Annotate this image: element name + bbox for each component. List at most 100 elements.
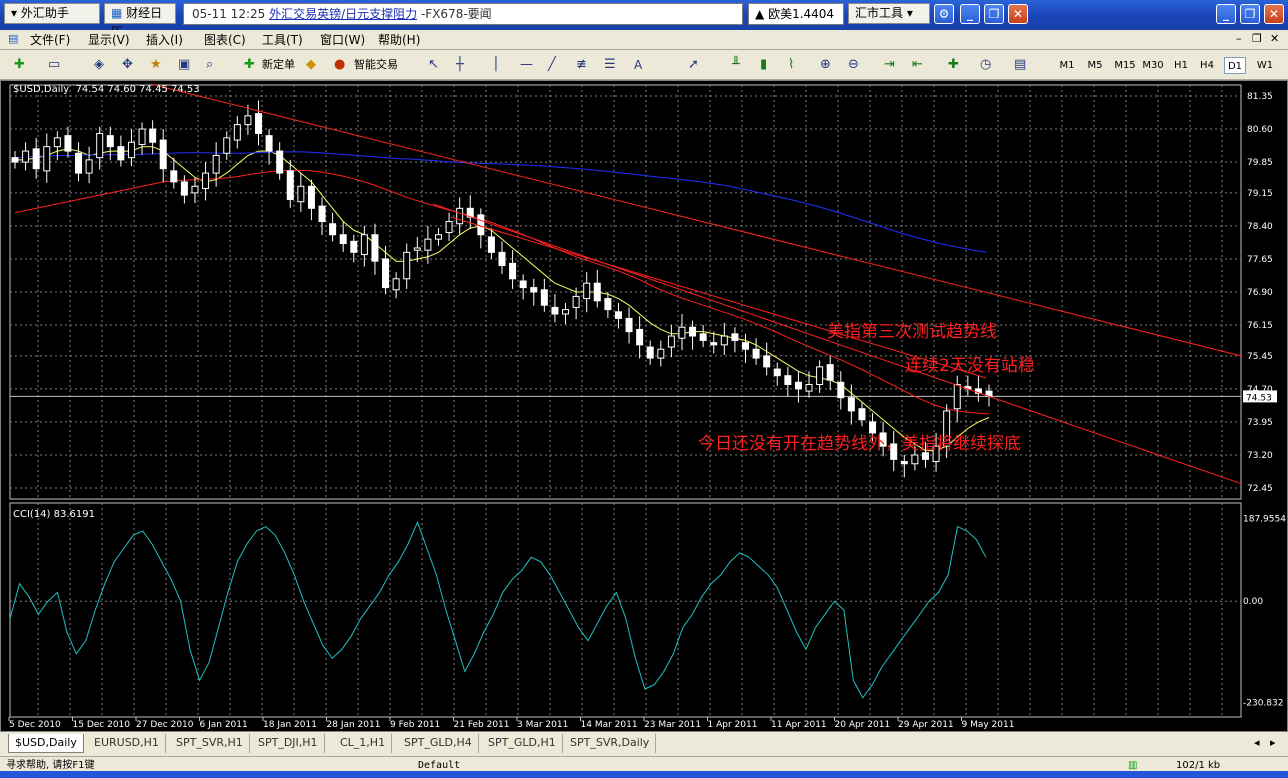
timeframe-m5[interactable]: M5: [1084, 57, 1106, 74]
market-watch-icon[interactable]: ◈: [94, 55, 104, 75]
expert-trading-button[interactable]: 智能交易: [354, 55, 398, 75]
tab-spt-dji-h1[interactable]: SPT_DJI,H1: [252, 734, 325, 753]
bear-candle: [699, 333, 707, 341]
text-tool[interactable]: A: [634, 55, 642, 75]
finance-calendar-button[interactable]: ▦ 财经日历: [104, 3, 176, 39]
date-tick-label: 9 Feb 2011: [390, 720, 440, 730]
chart-svg[interactable]: 81.35 80.60 79.85 79.15 78.40 77.65 76.90 76.15…: [1, 81, 1287, 731]
minimize-icon[interactable]: _: [960, 4, 980, 24]
app-icon[interactable]: ▤: [8, 32, 18, 45]
menu-view[interactable]: 显示(V): [88, 32, 130, 48]
news-ticker[interactable]: 05-11 12:25 外汇交易英镑/日元支撑阻力 -FX678-要闻: [183, 3, 743, 25]
quote-box[interactable]: ▲ 欧美1.4404: [748, 3, 844, 25]
timeframe-h1[interactable]: H1: [1170, 57, 1192, 74]
restore-icon[interactable]: ❐: [984, 4, 1004, 24]
tab-usd-daily[interactable]: $USD,Daily: [8, 734, 84, 753]
news-headline-link[interactable]: 外汇交易英镑/日元支撑阻力: [269, 7, 417, 21]
app-close-icon[interactable]: ✕: [1264, 4, 1284, 24]
tab-spt-svr-h1[interactable]: SPT_SVR,H1: [170, 734, 250, 753]
chart-restore-icon[interactable]: ❐: [1252, 32, 1262, 45]
chart-minimize-icon[interactable]: –: [1236, 32, 1242, 45]
menu-insert[interactable]: 插入(I): [146, 32, 183, 48]
expert-icon[interactable]: ●: [334, 55, 345, 75]
price-tick-label: 78.40: [1247, 222, 1273, 232]
new-order-button[interactable]: 新定单: [262, 55, 295, 75]
tab-spt-gld-h4[interactable]: SPT_GLD,H4: [398, 734, 479, 753]
menu-tools[interactable]: 工具(T): [262, 32, 303, 48]
bear-candle: [159, 139, 167, 170]
app-minimize-icon[interactable]: _: [1216, 4, 1236, 24]
bear-candle: [307, 185, 315, 209]
settings-icon[interactable]: ⚙: [934, 4, 954, 24]
close-icon[interactable]: ✕: [1008, 4, 1028, 24]
timeframe-m30[interactable]: M30: [1140, 57, 1166, 74]
zoom-out-icon[interactable]: ⊖: [848, 55, 859, 75]
fibonacci-icon[interactable]: ☰: [604, 55, 616, 75]
date-tick-label: 27 Dec 2010: [136, 720, 194, 730]
zoom-in-icon[interactable]: ⊕: [820, 55, 831, 75]
market-tools-button[interactable]: 汇市工具 ▾: [848, 3, 930, 24]
chart-shift-icon[interactable]: ⇤: [912, 55, 923, 75]
horizontal-line-icon[interactable]: —: [520, 55, 533, 75]
bear-candle: [837, 381, 845, 399]
date-tick-label: 6 Jan 2011: [200, 720, 248, 730]
trendline-icon[interactable]: ╱: [548, 55, 556, 75]
chart-annotation: 连续2天没有站稳: [905, 356, 1035, 376]
menu-chart[interactable]: 图表(C): [204, 32, 246, 48]
new-chart-icon[interactable]: ✚: [14, 55, 25, 75]
profiles-icon[interactable]: ▭: [48, 55, 60, 75]
indicators-icon[interactable]: ✚: [948, 55, 959, 75]
bear-candle: [773, 368, 781, 377]
bear-candle: [117, 146, 125, 161]
tab-spt-svr-daily[interactable]: SPT_SVR,Daily: [564, 734, 657, 753]
auto-scroll-icon[interactable]: ⇥: [884, 55, 895, 75]
chart-window[interactable]: 81.35 80.60 79.85 79.15 78.40 77.65 76.90 76.15…: [0, 80, 1288, 732]
crosshair-icon[interactable]: ┼: [456, 55, 464, 75]
periods-icon[interactable]: ◷: [980, 55, 991, 75]
bear-candle: [32, 148, 40, 170]
date-tick-label: 5 Dec 2010: [9, 720, 61, 730]
moving-averages: [14, 146, 990, 452]
menu-help[interactable]: 帮助(H): [378, 32, 420, 48]
tab-spt-gld-h1[interactable]: SPT_GLD,H1: [482, 734, 563, 753]
bar-chart-icon[interactable]: ╨: [732, 55, 740, 75]
forex-helper-button[interactable]: ▾ 外汇助手: [4, 3, 100, 24]
timeframe-d1[interactable]: D1: [1224, 57, 1246, 74]
bear-candle: [286, 170, 294, 201]
tab-scroll-right-icon[interactable]: ▸: [1270, 736, 1276, 749]
calendar-icon: ▦: [111, 6, 123, 20]
tab-scroll-left-icon[interactable]: ◂: [1254, 736, 1260, 749]
favorites-icon[interactable]: ★: [150, 55, 162, 75]
metaeditor-icon[interactable]: ◆: [306, 55, 316, 75]
terminal-icon[interactable]: ▣: [178, 55, 190, 75]
timeframe-h4[interactable]: H4: [1196, 57, 1218, 74]
timeframe-m1[interactable]: M1: [1056, 57, 1078, 74]
navigator-icon[interactable]: ✥: [122, 55, 133, 75]
channel-icon[interactable]: ≢: [576, 55, 587, 75]
menu-window[interactable]: 窗口(W): [320, 32, 365, 48]
trendlines: [150, 83, 1242, 485]
vertical-line-icon[interactable]: │: [492, 55, 500, 75]
tab-cl1-h1[interactable]: CL_1,H1: [334, 734, 393, 753]
toolbar: ✚ ▭ ◈ ✥ ★ ▣ ⌕ ✚ 新定单 ◆ ● 智能交易 ↖ ┼ │ — ╱ ≢…: [0, 50, 1288, 80]
arrows-icon[interactable]: ➚: [688, 55, 699, 75]
line-chart-icon[interactable]: ⌇: [788, 55, 794, 75]
candle-chart-icon[interactable]: ▮: [760, 55, 767, 75]
bear-candle: [869, 421, 877, 434]
timeframe-m15[interactable]: M15: [1112, 57, 1138, 74]
bear-candle: [329, 223, 337, 236]
tab-eurusd-h1[interactable]: EURUSD,H1: [88, 734, 166, 753]
date-tick-label: 18 Jan 2011: [263, 720, 317, 730]
tester-icon[interactable]: ⌕: [206, 55, 213, 75]
templates-icon[interactable]: ▤: [1014, 55, 1026, 75]
timeframe-w1[interactable]: W1: [1254, 57, 1276, 74]
new-order-icon[interactable]: ✚: [244, 55, 255, 75]
date-tick-label: 20 Apr 2011: [835, 720, 891, 730]
chart-close-icon[interactable]: ✕: [1270, 32, 1279, 45]
bull-candle: [138, 128, 146, 145]
bear-candle: [509, 262, 517, 280]
cursor-icon[interactable]: ↖: [428, 55, 439, 75]
date-tick-label: 15 Dec 2010: [73, 720, 131, 730]
menu-file[interactable]: 文件(F): [30, 32, 70, 48]
app-restore-icon[interactable]: ❐: [1240, 4, 1260, 24]
